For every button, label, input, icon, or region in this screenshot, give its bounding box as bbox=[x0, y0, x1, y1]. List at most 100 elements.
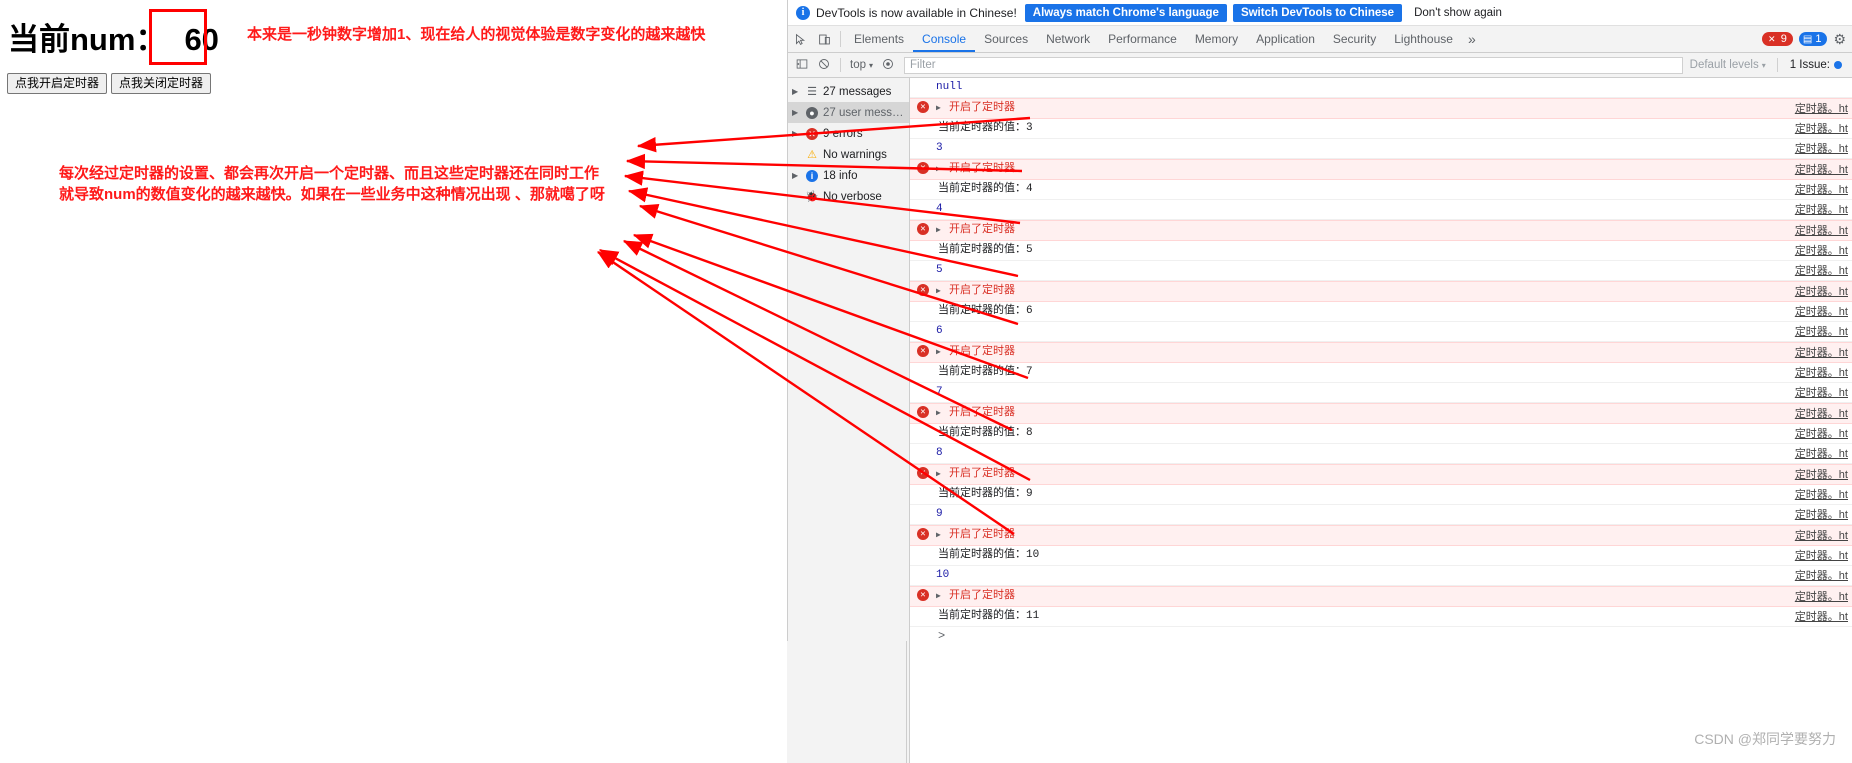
console-log-row[interactable]: ✕ ▶ 开启了定时器 定时器。ht bbox=[910, 403, 1852, 424]
sidebar-toggle-icon[interactable] bbox=[792, 58, 812, 73]
tab-lighthouse[interactable]: Lighthouse bbox=[1385, 26, 1462, 52]
console-log-row[interactable]: 当前定时器的值：3 定时器。ht bbox=[910, 119, 1852, 139]
tab-memory[interactable]: Memory bbox=[1186, 26, 1247, 52]
console-log-row[interactable]: 当前定时器的值：6 定时器。ht bbox=[910, 302, 1852, 322]
log-source-link[interactable]: 定时器。ht bbox=[1795, 222, 1848, 238]
log-source-link[interactable]: 定时器。ht bbox=[1795, 323, 1848, 339]
log-gutter bbox=[910, 303, 936, 304]
error-count-badge[interactable]: ✕ 9 bbox=[1761, 32, 1793, 46]
log-source-link[interactable]: 定时器。ht bbox=[1795, 527, 1848, 543]
console-log-row[interactable]: ✕ ▶ 开启了定时器 定时器。ht bbox=[910, 464, 1852, 485]
expand-chevron-icon[interactable]: ▶ bbox=[936, 344, 947, 357]
console-prompt[interactable]: > bbox=[910, 627, 1852, 645]
console-log-row[interactable]: 当前定时器的值：5 定时器。ht bbox=[910, 241, 1852, 261]
log-source-link[interactable]: 定时器。ht bbox=[1795, 588, 1848, 604]
more-tabs-icon[interactable]: » bbox=[1462, 26, 1482, 52]
log-source-link[interactable]: 定时器。ht bbox=[1795, 506, 1848, 522]
tab-application[interactable]: Application bbox=[1247, 26, 1324, 52]
log-source-link[interactable]: 定时器。ht bbox=[1795, 181, 1848, 197]
log-source-link[interactable]: 定时器。ht bbox=[1795, 384, 1848, 400]
expand-chevron-icon[interactable]: ▶ bbox=[936, 283, 947, 296]
console-log-row[interactable]: 当前定时器的值：4 定时器。ht bbox=[910, 180, 1852, 200]
console-log-row[interactable]: 7 定时器。ht bbox=[910, 383, 1852, 403]
device-toolbar-icon[interactable] bbox=[812, 26, 836, 52]
log-source-link[interactable]: 定时器。ht bbox=[1795, 262, 1848, 278]
log-source-link[interactable]: 定时器。ht bbox=[1795, 466, 1848, 482]
sidebar-item-errors[interactable]: ▶ ✕ 9 errors bbox=[788, 123, 909, 144]
tab-security[interactable]: Security bbox=[1324, 26, 1385, 52]
log-source-link[interactable]: 定时器。ht bbox=[1795, 120, 1848, 136]
live-expression-icon[interactable] bbox=[878, 58, 898, 73]
start-timer-button[interactable]: 点我开启定时器 bbox=[7, 73, 108, 94]
log-source-link[interactable]: 定时器。ht bbox=[1795, 425, 1848, 441]
console-log-row[interactable]: 3 定时器。ht bbox=[910, 139, 1852, 159]
expand-chevron-icon[interactable]: ▶ bbox=[936, 466, 947, 479]
tab-performance[interactable]: Performance bbox=[1099, 26, 1186, 52]
log-source-link[interactable]: 定时器。ht bbox=[1795, 405, 1848, 421]
expand-chevron-icon[interactable]: ▶ bbox=[936, 100, 947, 113]
gear-icon[interactable]: ⚙ bbox=[1833, 31, 1846, 48]
console-log-row[interactable]: 当前定时器的值：9 定时器。ht bbox=[910, 485, 1852, 505]
sidebar-item-info[interactable]: ▶ i 18 info bbox=[788, 165, 909, 186]
stop-timer-button[interactable]: 点我关闭定时器 bbox=[111, 73, 212, 94]
console-log-row[interactable]: ✕ ▶ 开启了定时器 定时器。ht bbox=[910, 159, 1852, 180]
log-source-link[interactable]: 定时器。ht bbox=[1795, 140, 1848, 156]
console-log-row[interactable]: ✕ ▶ 开启了定时器 定时器。ht bbox=[910, 525, 1852, 546]
expand-chevron-icon[interactable]: ▶ bbox=[936, 222, 947, 235]
console-log-row[interactable]: 当前定时器的值：11 定时器。ht bbox=[910, 607, 1852, 627]
log-source-link[interactable]: 定时器。ht bbox=[1795, 161, 1848, 177]
tab-network[interactable]: Network bbox=[1037, 26, 1099, 52]
log-levels-selector[interactable]: Default levels ▾ bbox=[1685, 59, 1771, 71]
expand-chevron-icon[interactable]: ▶ bbox=[936, 527, 947, 540]
sidebar-item-messages[interactable]: ▶ ☰ 27 messages bbox=[788, 81, 909, 102]
expand-chevron-icon[interactable]: ▶ bbox=[936, 588, 947, 601]
console-log-row[interactable]: 5 定时器。ht bbox=[910, 261, 1852, 281]
log-source-link[interactable]: 定时器。ht bbox=[1795, 567, 1848, 583]
log-source-link[interactable]: 定时器。ht bbox=[1795, 547, 1848, 563]
expand-chevron-icon[interactable]: ▶ bbox=[936, 405, 947, 418]
console-filter-input[interactable] bbox=[904, 56, 1683, 74]
log-source-link[interactable]: 定时器。ht bbox=[1795, 303, 1848, 319]
clear-console-icon[interactable] bbox=[814, 58, 834, 73]
tab-sources[interactable]: Sources bbox=[975, 26, 1037, 52]
message-count-badge[interactable]: ▤ 1 bbox=[1798, 32, 1828, 46]
console-log-row[interactable]: null bbox=[910, 78, 1852, 98]
log-source-link[interactable]: 定时器。ht bbox=[1795, 364, 1848, 380]
log-source-link[interactable]: 定时器。ht bbox=[1795, 344, 1848, 360]
switch-to-chinese-button[interactable]: Switch DevTools to Chinese bbox=[1232, 3, 1403, 22]
log-source-link[interactable]: 定时器。ht bbox=[1795, 283, 1848, 299]
console-log-row[interactable]: 6 定时器。ht bbox=[910, 322, 1852, 342]
tab-elements[interactable]: Elements bbox=[845, 26, 913, 52]
always-match-language-button[interactable]: Always match Chrome's language bbox=[1024, 3, 1227, 22]
sidebar-item-warnings[interactable]: ⚠ No warnings bbox=[788, 144, 909, 165]
console-log-row[interactable]: 8 定时器。ht bbox=[910, 444, 1852, 464]
log-source-link[interactable]: 定时器。ht bbox=[1795, 445, 1848, 461]
console-log-row[interactable]: 9 定时器。ht bbox=[910, 505, 1852, 525]
sidebar-item-verbose[interactable]: 🐞 No verbose bbox=[788, 186, 909, 207]
log-message-text: 开启了定时器 bbox=[949, 407, 1015, 419]
console-log-row[interactable]: ✕ ▶ 开启了定时器 定时器。ht bbox=[910, 220, 1852, 241]
devtools-language-infobar: i DevTools is now available in Chinese! … bbox=[788, 0, 1852, 26]
console-log-list[interactable]: null ✕ ▶ 开启了定时器 定时器。ht 当前定时器的值：3 定时器。ht 3 定时器。ht… bbox=[910, 78, 1852, 763]
tab-console[interactable]: Console bbox=[913, 26, 975, 52]
execution-context-selector[interactable]: top ▾ bbox=[847, 59, 876, 71]
log-source-link[interactable]: 定时器。ht bbox=[1795, 201, 1848, 217]
console-log-row[interactable]: ✕ ▶ 开启了定时器 定时器。ht bbox=[910, 98, 1852, 119]
console-log-row[interactable]: ✕ ▶ 开启了定时器 定时器。ht bbox=[910, 586, 1852, 607]
expand-chevron-icon[interactable]: ▶ bbox=[936, 161, 947, 174]
issues-indicator[interactable]: 1 Issue: bbox=[1784, 59, 1848, 71]
log-source-link[interactable]: 定时器。ht bbox=[1795, 608, 1848, 624]
inspect-element-icon[interactable] bbox=[788, 26, 812, 52]
log-source-link[interactable]: 定时器。ht bbox=[1795, 100, 1848, 116]
console-log-row[interactable]: 10 定时器。ht bbox=[910, 566, 1852, 586]
console-log-row[interactable]: 当前定时器的值：10 定时器。ht bbox=[910, 546, 1852, 566]
console-log-row[interactable]: ✕ ▶ 开启了定时器 定时器。ht bbox=[910, 342, 1852, 363]
sidebar-item-user-messages[interactable]: ▶ ● 27 user messag… bbox=[788, 102, 909, 123]
console-log-row[interactable]: 当前定时器的值：8 定时器。ht bbox=[910, 424, 1852, 444]
dont-show-again-button[interactable]: Don't show again bbox=[1408, 4, 1508, 22]
console-log-row[interactable]: ✕ ▶ 开启了定时器 定时器。ht bbox=[910, 281, 1852, 302]
log-source-link[interactable]: 定时器。ht bbox=[1795, 486, 1848, 502]
console-log-row[interactable]: 当前定时器的值：7 定时器。ht bbox=[910, 363, 1852, 383]
log-source-link[interactable]: 定时器。ht bbox=[1795, 242, 1848, 258]
console-log-row[interactable]: 4 定时器。ht bbox=[910, 200, 1852, 220]
